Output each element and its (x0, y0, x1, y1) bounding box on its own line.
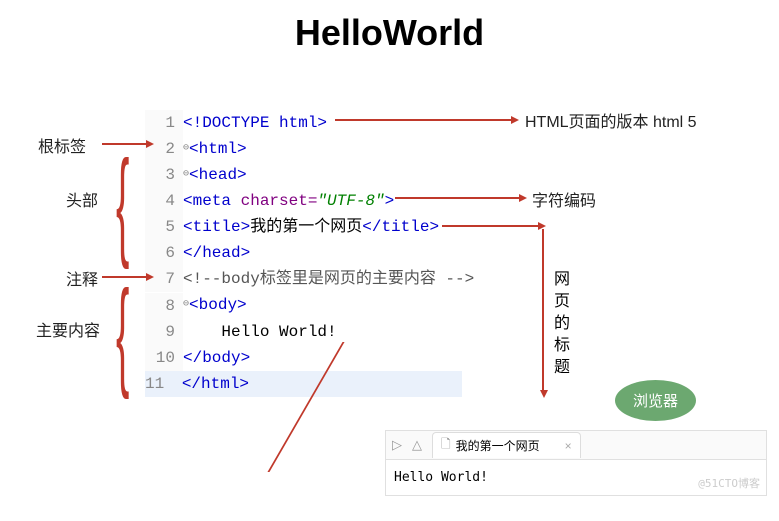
code-line-9: 9 Hello World! (145, 319, 474, 345)
code-line-4: 4<meta charset="UTF-8"> (145, 188, 474, 214)
browser-body: Hello World! @51CTO博客 (386, 460, 766, 495)
code-line-3: 3⊖<head> (145, 162, 474, 188)
arrow-page-title (542, 229, 544, 394)
label-head: 头部 (66, 187, 98, 211)
close-tab-icon[interactable]: × (565, 439, 572, 453)
label-main-content: 主要内容 (36, 317, 100, 341)
label-charset: 字符编码 (532, 187, 596, 211)
watermark: @51CTO博客 (698, 475, 760, 491)
page-content: Hello World! (394, 470, 488, 485)
code-line-1: 1<!DOCTYPE html> (145, 110, 474, 136)
back-icon[interactable]: ▷ (392, 437, 402, 453)
code-line-6: 6</head> (145, 240, 474, 266)
label-comment: 注释 (66, 266, 98, 290)
page-icon: 🗋 (441, 435, 451, 456)
code-line-5: 5<title>我的第一个网页</title> (145, 214, 474, 240)
browser-tab[interactable]: 🗋 我的第一个网页 × (432, 432, 581, 458)
label-version: HTML页面的版本 html 5 (525, 108, 697, 132)
label-root-tag: 根标签 (38, 133, 86, 157)
arrow-page-title-h (442, 225, 542, 227)
slide-title: HelloWorld (0, 0, 779, 54)
brace-body-icon: { (116, 275, 129, 395)
browser-window: ▷ △ 🗋 我的第一个网页 × Hello World! @51CTO博客 (385, 430, 767, 496)
refresh-icon[interactable]: △ (412, 437, 422, 453)
arrow-version (335, 119, 515, 121)
tab-title: 我的第一个网页 (456, 437, 540, 454)
arrow-charset (395, 197, 523, 199)
label-browser-bubble: 浏览器 (615, 380, 696, 421)
label-page-title: 网页的标题 (553, 269, 571, 379)
code-line-7: 7<!--body标签里是网页的主要内容 --> (145, 266, 474, 292)
code-line-8: 8⊖<body> (145, 292, 474, 318)
code-line-2: 2⊖<html> (145, 136, 474, 162)
browser-tabbar: ▷ △ 🗋 我的第一个网页 × (386, 431, 766, 460)
brace-head-icon: { (116, 145, 129, 265)
